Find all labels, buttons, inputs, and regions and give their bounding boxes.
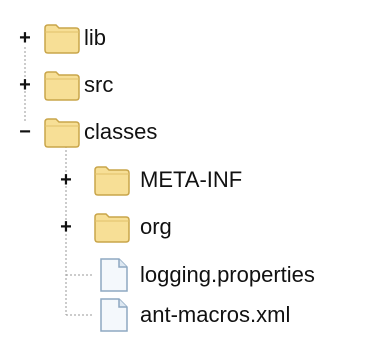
node-label: ant-macros.xml	[140, 302, 291, 327]
expand-toggle[interactable]: +	[14, 74, 36, 96]
expand-toggle[interactable]: +	[14, 27, 36, 49]
expand-toggle[interactable]: +	[55, 169, 77, 191]
tree-node-lib[interactable]: + lib	[0, 18, 366, 58]
node-label: org	[140, 214, 172, 239]
collapse-toggle[interactable]: −	[14, 121, 36, 143]
folder-icon	[42, 114, 82, 150]
file-icon	[95, 297, 135, 333]
node-label: logging.properties	[140, 262, 315, 287]
node-label: META-INF	[140, 167, 243, 192]
file-icon	[95, 257, 135, 293]
tree-node-meta-inf[interactable]: + META-INF	[0, 160, 366, 200]
folder-icon	[92, 209, 132, 245]
tree-node-org[interactable]: + org	[0, 207, 366, 247]
folder-icon	[42, 67, 82, 103]
folder-icon	[42, 20, 82, 56]
node-label: classes	[84, 119, 158, 144]
expand-toggle[interactable]: +	[55, 216, 77, 238]
tree-node-ant-macros-xml[interactable]: ant-macros.xml	[0, 295, 366, 335]
file-tree: + lib + src − classes + META-INF + org l…	[0, 0, 366, 338]
tree-node-src[interactable]: + src	[0, 65, 366, 105]
node-label: src	[84, 72, 114, 97]
node-label: lib	[84, 25, 107, 50]
tree-node-logging-properties[interactable]: logging.properties	[0, 255, 366, 295]
folder-icon	[92, 162, 132, 198]
tree-node-classes[interactable]: − classes	[0, 112, 366, 152]
